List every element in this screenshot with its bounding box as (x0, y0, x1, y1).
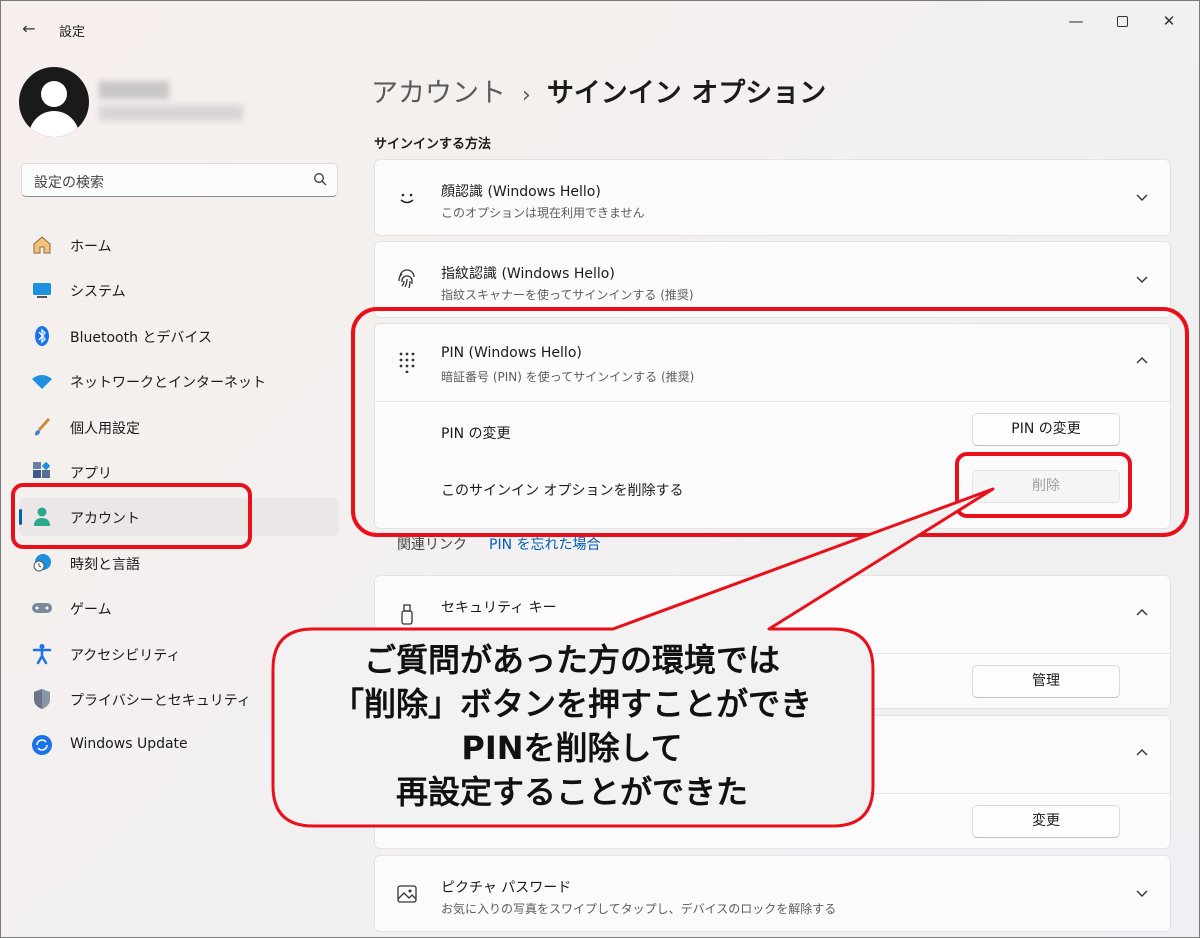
app-title: 設定 (59, 25, 86, 40)
annotation-account-highlight (11, 483, 252, 549)
card-title: ピクチャ パスワード (441, 880, 572, 896)
bluetooth-icon (31, 325, 53, 347)
callout-line: ご質問があった方の環境では (363, 641, 780, 679)
card-title: 顔認識 (Windows Hello) (441, 184, 601, 200)
sidebar-item-time-language[interactable]: 時刻と言語 (19, 544, 339, 582)
page-title: サインイン オプション (546, 78, 827, 109)
wifi-icon (31, 370, 53, 392)
breadcrumb: アカウント › サインイン オプション (371, 71, 826, 110)
callout-text: ご質問があった方の環境では 「削除」ボタンを押すことができ PINを削除して 再… (273, 631, 871, 821)
title-bar: ← 設定 — ✕ (1, 1, 1199, 53)
gamepad-icon (31, 597, 53, 619)
avatar-body (29, 111, 79, 137)
chevron-down-icon[interactable] (1134, 190, 1150, 206)
sidebar-item-label: ネットワークとインターネット (70, 375, 266, 391)
card-title: 指紋認識 (Windows Hello) (441, 266, 615, 282)
apps-icon (31, 461, 53, 483)
sidebar-item-label: Bluetooth とデバイス (70, 330, 212, 346)
section-title: サインインする方法 (374, 137, 492, 152)
search-input[interactable]: 設定の検索 (34, 172, 104, 192)
brush-icon (31, 416, 53, 438)
sidebar-item-label: 個人用設定 (70, 421, 140, 437)
fingerprint-icon (395, 268, 419, 292)
maximize-button[interactable] (1099, 9, 1145, 33)
back-button[interactable]: ← (15, 17, 43, 41)
card-subtitle: 指紋スキャナーを使ってサインインする (推奨) (441, 288, 694, 302)
callout-line: 「削除」ボタンを押すことができ (331, 685, 812, 723)
breadcrumb-separator: › (522, 83, 531, 108)
clock-globe-icon (31, 552, 53, 574)
picture-icon (395, 882, 419, 906)
breadcrumb-parent[interactable]: アカウント (371, 78, 506, 109)
chevron-down-icon[interactable] (1134, 272, 1150, 288)
callout-line: 再設定することができた (395, 773, 748, 811)
manage-button[interactable]: 管理 (972, 665, 1120, 698)
settings-window: ← 設定 — ✕ 設定の検索 ホーム システム Bluetooth とデバイス … (0, 0, 1200, 938)
close-button[interactable]: ✕ (1146, 9, 1192, 33)
update-icon (31, 734, 53, 756)
sidebar-item-label: アプリ (70, 466, 112, 482)
card-subtitle: お気に入りの写真をスワイプしてタップし、デバイスのロックを解除する (441, 902, 837, 916)
home-icon (31, 234, 53, 256)
smiley-icon (395, 186, 419, 210)
accessibility-icon (31, 643, 53, 665)
face-recognition-card[interactable]: 顔認識 (Windows Hello) このオプションは現在利用できません (374, 159, 1171, 236)
card-title: セキュリティ キー (441, 600, 557, 616)
sidebar-item-label: システム (70, 284, 126, 300)
card-subtitle: このオプションは現在利用できません (441, 206, 645, 220)
shield-icon (31, 688, 53, 710)
blurred-user-email (99, 105, 243, 121)
password-change-button[interactable]: 変更 (972, 805, 1120, 838)
sidebar-item-label: アクセシビリティ (70, 648, 181, 664)
sidebar-item-label: ホーム (70, 239, 112, 255)
minimize-button[interactable]: — (1053, 9, 1099, 33)
blurred-user-name (99, 81, 169, 99)
sidebar-item-gaming[interactable]: ゲーム (19, 589, 339, 627)
callout-line: PINを削除して (461, 729, 683, 767)
related-links-label: 関連リンク (397, 537, 467, 553)
sidebar-item-bluetooth[interactable]: Bluetooth とデバイス (19, 317, 339, 355)
picture-password-card[interactable]: ピクチャ パスワード お気に入りの写真をスワイプしてタップし、デバイスのロックを… (374, 855, 1171, 932)
forgot-pin-link[interactable]: PIN を忘れた場合 (489, 537, 601, 553)
sidebar-item-personalization[interactable]: 個人用設定 (19, 408, 339, 446)
avatar-head (41, 81, 67, 107)
annotation-remove-highlight (955, 452, 1132, 518)
sidebar-item-label: プライバシーとセキュリティ (70, 693, 251, 709)
system-icon (31, 279, 53, 301)
chevron-up-icon[interactable] (1134, 606, 1150, 622)
chevron-up-icon[interactable] (1134, 746, 1150, 762)
sidebar-item-home[interactable]: ホーム (19, 226, 339, 264)
sidebar-item-label: ゲーム (70, 602, 112, 618)
usb-key-icon (395, 602, 419, 626)
settings-search[interactable]: 設定の検索 (21, 163, 338, 197)
chevron-down-icon[interactable] (1134, 886, 1150, 902)
search-icon[interactable] (313, 172, 327, 186)
related-links: 関連リンク PIN を忘れた場合 (397, 534, 601, 554)
sidebar-item-label: Windows Update (70, 736, 188, 752)
sidebar-item-label: 時刻と言語 (70, 557, 140, 573)
avatar[interactable] (19, 67, 89, 137)
sidebar-item-network[interactable]: ネットワークとインターネット (19, 362, 339, 400)
maximize-icon (1116, 16, 1128, 27)
sidebar-item-system[interactable]: システム (19, 271, 339, 309)
